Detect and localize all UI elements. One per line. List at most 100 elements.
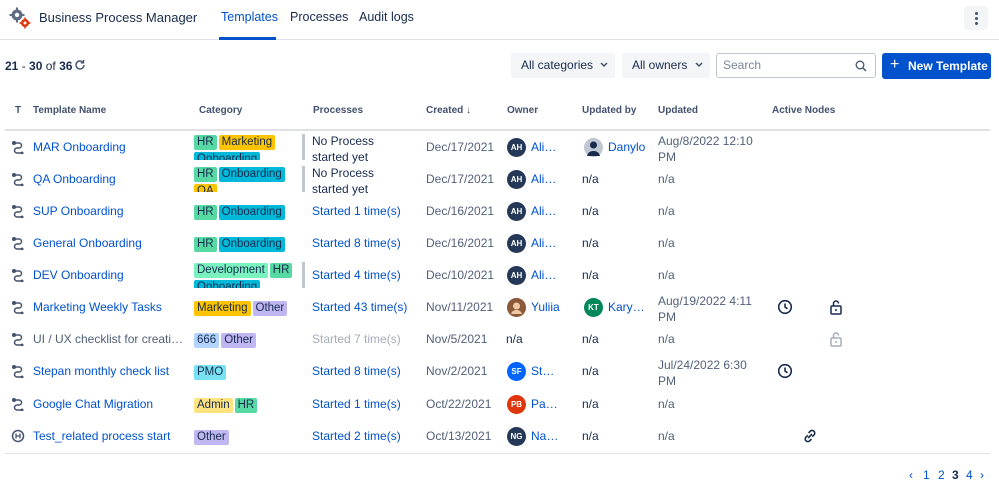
owner-link[interactable]: Stepan: [531, 364, 561, 378]
table-row[interactable]: MAR Onboarding HR Marketing Onboarding No …: [0, 131, 999, 164]
process-count-link[interactable]: Started 4 time(s): [312, 268, 412, 282]
column-header-category: Category: [199, 105, 243, 116]
created-date: Dec/16/2021: [426, 204, 495, 218]
process-count-link[interactable]: Started 8 time(s): [312, 364, 412, 378]
owner-link[interactable]: Pavlo: [531, 397, 561, 411]
table-row[interactable]: Marketing Weekly Tasks Marketing Other St…: [0, 291, 999, 324]
previous-page-button[interactable]: ‹: [909, 468, 913, 482]
app-title: Business Process Manager: [39, 10, 198, 25]
unlock-icon[interactable]: [828, 299, 844, 315]
template-name-link[interactable]: Marketing Weekly Tasks: [33, 300, 188, 314]
template-name-link[interactable]: UI / UX checklist for creating new featu…: [33, 332, 188, 346]
owner-avatar: AH: [507, 202, 526, 221]
updated-by-avatar: KT: [584, 298, 603, 317]
search-input[interactable]: [723, 58, 851, 72]
category-tag: Admin: [194, 398, 233, 413]
page-1-link[interactable]: 1: [923, 468, 930, 482]
column-header-created[interactable]: Created ↓: [426, 105, 471, 116]
table-row[interactable]: Stepan monthly check list PMO Started 8 …: [0, 355, 999, 388]
updated-by-link[interactable]: Danylo: [608, 140, 646, 154]
owner-link[interactable]: Alina Hnatiuk: [531, 140, 561, 154]
column-header-name[interactable]: Template Name: [33, 105, 106, 116]
created-date: Dec/16/2021: [426, 236, 495, 250]
category-tag: HR: [194, 167, 217, 182]
template-name-link[interactable]: DEV Onboarding: [33, 268, 188, 282]
search-icon[interactable]: [855, 60, 867, 72]
table-row[interactable]: QA Onboarding HR OnboardingQA No Process …: [0, 163, 999, 196]
column-header-updated-by: Updated by: [582, 105, 637, 116]
link-icon[interactable]: [802, 428, 818, 444]
category-tags: HR OnboardingQA: [194, 166, 299, 192]
category-tag: Marketing: [194, 301, 251, 316]
category-tag: Onboarding: [218, 167, 285, 182]
tab-audit-logs[interactable]: Audit logs: [359, 10, 414, 24]
category-tag: HR: [194, 135, 217, 150]
process-count-link[interactable]: Started 2 time(s): [312, 429, 412, 443]
category-tags: HR Onboarding: [194, 204, 299, 222]
table-row[interactable]: SUP Onboarding HR Onboarding Started 1 ti…: [0, 195, 999, 227]
template-name-link[interactable]: QA Onboarding: [33, 172, 188, 186]
owner-link[interactable]: Yuliia: [531, 300, 561, 314]
page-2-link[interactable]: 2: [938, 468, 945, 482]
process-count-link[interactable]: Started 1 time(s): [312, 204, 412, 218]
owner-link[interactable]: Alina Hnatiuk: [531, 268, 561, 282]
category-tags: PMO: [194, 364, 299, 382]
owner-avatar: [507, 298, 526, 317]
owner-avatar: AH: [507, 266, 526, 285]
owners-filter-dropdown[interactable]: All owners: [622, 53, 710, 78]
table-row[interactable]: DEV Onboarding Development HR Onboarding S…: [0, 259, 999, 291]
table-row[interactable]: Test_related process start Other Started…: [0, 420, 999, 452]
clock-icon[interactable]: [777, 299, 793, 315]
template-name-link[interactable]: Google Chat Migration: [33, 397, 188, 411]
table-footer-divider: [5, 453, 990, 454]
workflow-icon: [12, 301, 24, 314]
new-template-label: New Template: [908, 59, 988, 73]
categories-filter-dropdown[interactable]: All categories: [511, 53, 615, 78]
created-date: Nov/2/2021: [426, 364, 488, 378]
process-count-link[interactable]: Started 8 time(s): [312, 236, 412, 250]
category-tag: Development: [194, 263, 268, 278]
updated-by-value: n/a: [582, 364, 599, 378]
owner-link[interactable]: Alina Hnatiuk: [531, 236, 561, 250]
category-tag: QA: [194, 184, 217, 192]
clock-icon[interactable]: [777, 363, 793, 379]
created-date: Dec/10/2021: [426, 268, 495, 282]
owner-link[interactable]: Natalia: [531, 429, 561, 443]
table-row[interactable]: Google Chat Migration Admin HR Started 1 …: [0, 388, 999, 420]
updated-date: n/a: [658, 268, 675, 282]
updated-by-link[interactable]: Karyna: [608, 300, 646, 314]
process-count-link[interactable]: Started 7 time(s): [312, 332, 412, 346]
scroll-indicator: [302, 262, 305, 288]
category-tags: Other: [194, 429, 299, 447]
template-name-link[interactable]: General Onboarding: [33, 236, 188, 250]
template-name-link[interactable]: MAR Onboarding: [33, 140, 188, 154]
plus-icon: +: [890, 56, 900, 73]
refresh-icon[interactable]: [74, 59, 86, 71]
next-page-button[interactable]: ›: [980, 468, 984, 482]
category-tags: Development HR Onboarding: [194, 262, 299, 288]
chevron-down-icon: [600, 62, 608, 68]
table-row[interactable]: General Onboarding HR Onboarding Started …: [0, 227, 999, 259]
category-tag: PMO: [194, 365, 227, 380]
active-tab-indicator: [219, 37, 276, 40]
process-count-link[interactable]: Started 43 time(s): [312, 300, 412, 314]
more-options-button[interactable]: [964, 6, 988, 30]
template-name-link[interactable]: Test_related process start: [33, 429, 188, 443]
created-date: Oct/13/2021: [426, 429, 492, 443]
column-header-updated[interactable]: Updated: [658, 105, 698, 116]
tab-templates[interactable]: Templates: [221, 10, 278, 24]
owner-link[interactable]: Alina Hnatiuk: [531, 172, 561, 186]
owner-avatar: PB: [507, 395, 526, 414]
tab-processes[interactable]: Processes: [290, 10, 348, 24]
created-date: Dec/17/2021: [426, 140, 495, 154]
table-row[interactable]: UI / UX checklist for creating new featu…: [0, 323, 999, 355]
template-name-link[interactable]: SUP Onboarding: [33, 204, 188, 218]
process-count-link[interactable]: Started 1 time(s): [312, 397, 412, 411]
owner-link[interactable]: Alina Hnatiuk: [531, 204, 561, 218]
new-template-button[interactable]: + New Template: [882, 53, 991, 79]
page-4-link[interactable]: 4: [966, 468, 973, 482]
column-header-processes: Processes: [313, 105, 364, 116]
template-name-link[interactable]: Stepan monthly check list: [33, 364, 188, 378]
top-bar: Business Process Manager Templates Proce…: [0, 0, 999, 40]
created-date: Dec/17/2021: [426, 172, 495, 186]
